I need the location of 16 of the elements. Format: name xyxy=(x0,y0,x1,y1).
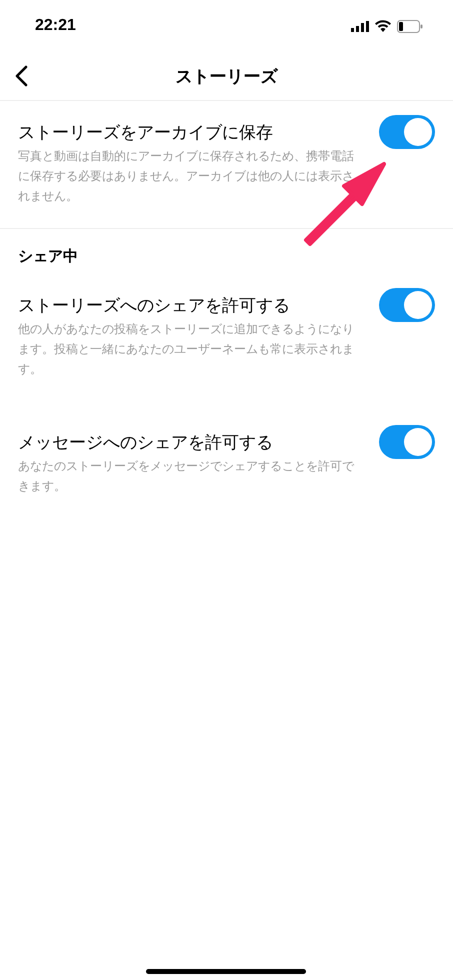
setting-title: メッセージへのシェアを許可する xyxy=(18,432,274,455)
toggle-switch[interactable] xyxy=(379,425,435,459)
setting-description: あなたのストーリーズをメッセージでシェアすることを許可できます。 xyxy=(18,458,356,495)
wifi-icon xyxy=(375,20,391,32)
toggle-switch[interactable] xyxy=(379,288,435,322)
setting-title: ストーリーズへのシェアを許可する xyxy=(18,295,291,318)
section-header: シェア中 xyxy=(17,246,79,267)
battery-icon xyxy=(397,20,423,32)
signal-icon xyxy=(351,20,369,32)
back-icon[interactable] xyxy=(14,65,28,87)
setting-description: 他の人があなたの投稿をストーリーズに追加できるようになります。投稿と一緒にあなたのユーザーネームも常に表示されます。 xyxy=(18,321,355,378)
setting-description: 写真と動画は自動的にアーカイブに保存されるため、携帯電話に保存する必要はありません。アーカイブは他の人には表示されません。 xyxy=(18,148,355,205)
status-time: 22:21 xyxy=(35,17,76,35)
setting-title: ストーリーズをアーカイブに保存 xyxy=(18,122,274,145)
toggle-switch[interactable] xyxy=(379,115,435,149)
page-title: ストーリーズ xyxy=(176,66,278,88)
